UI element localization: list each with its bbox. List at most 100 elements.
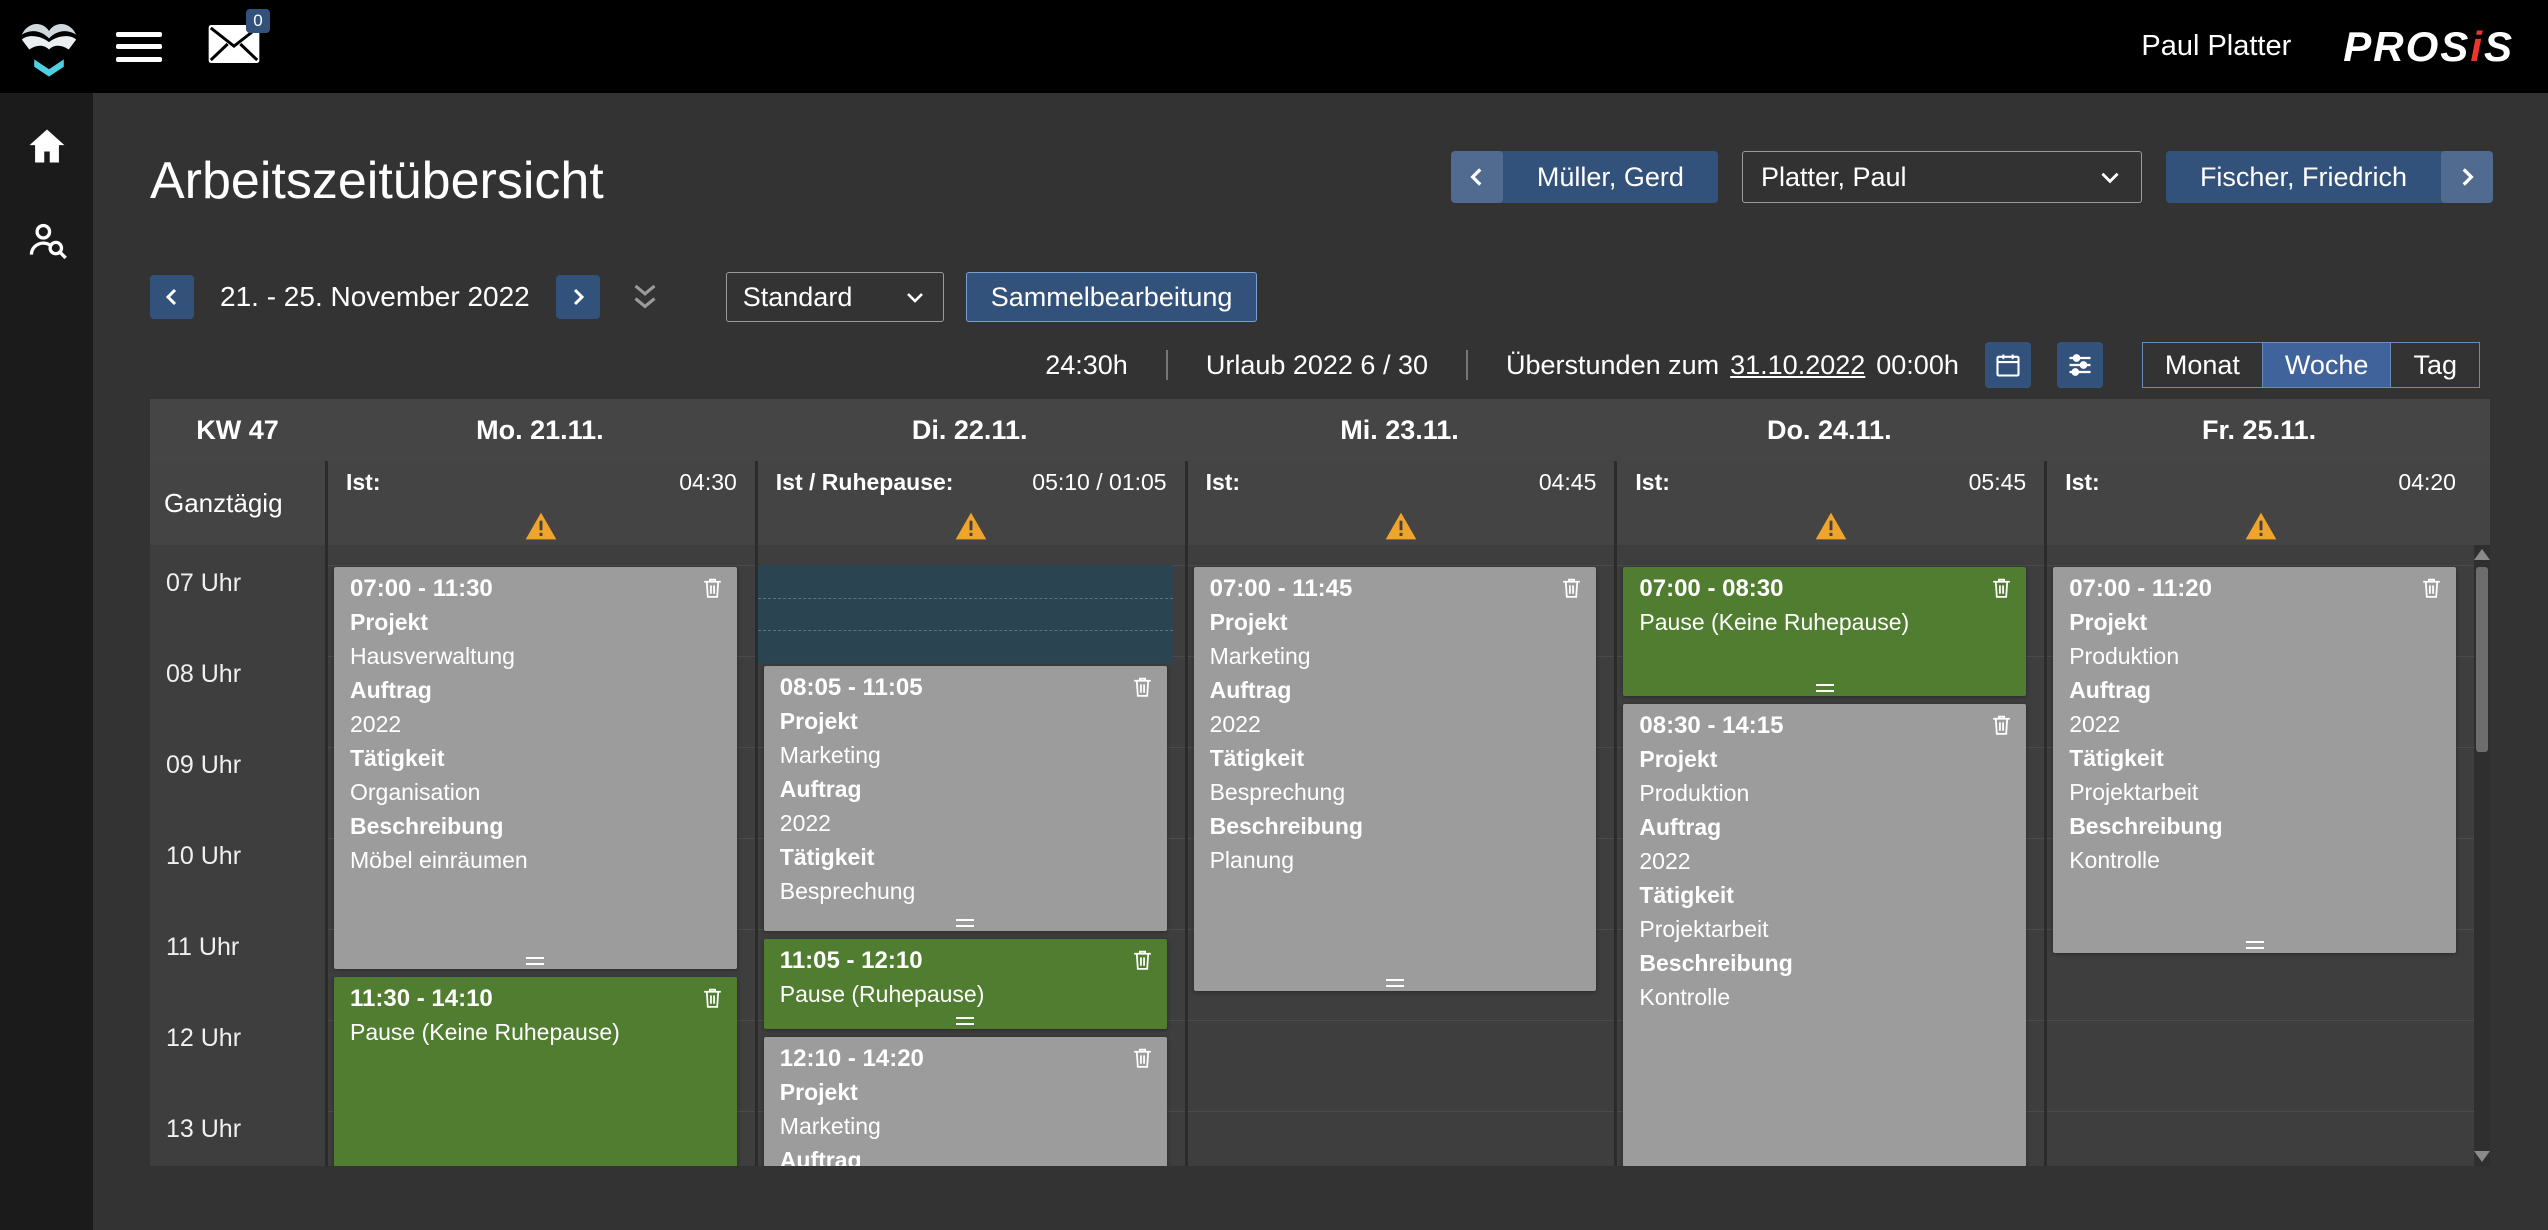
event-card[interactable]: 07:00 - 11:45ProjektMarketingAuftrag2022…: [1194, 567, 1597, 991]
trash-icon: [700, 575, 725, 600]
app-logo-icon[interactable]: [12, 10, 86, 84]
resize-handle[interactable]: [1386, 979, 1404, 987]
week-number: KW 47: [150, 415, 325, 446]
event-line: Kontrolle: [2069, 843, 2444, 877]
event-card[interactable]: 08:05 - 11:05ProjektMarketingAuftrag2022…: [764, 666, 1167, 931]
vertical-scrollbar[interactable]: [2474, 545, 2490, 1166]
trash-icon: [1130, 674, 1155, 699]
brand-logo: PROSiS: [2343, 23, 2514, 71]
selected-time-range[interactable]: [758, 565, 1173, 664]
scroll-thumb[interactable]: [2476, 567, 2488, 752]
event-line: Projekt: [350, 605, 725, 639]
day-column[interactable]: 07:00 - 11:20ProjektProduktionAuftrag202…: [2044, 545, 2474, 1166]
warning-triangle-icon: [1815, 512, 1847, 540]
hour-label: 11 Uhr: [166, 933, 239, 962]
person-search-icon[interactable]: [24, 217, 70, 263]
resize-handle[interactable]: [526, 957, 544, 965]
day-header: Fr. 25.11.: [2044, 415, 2474, 446]
preset-select[interactable]: Standard: [726, 272, 944, 322]
day-column[interactable]: 07:00 - 11:30ProjektHausverwaltungAuftra…: [325, 545, 755, 1166]
allday-cell: Ist:04:30: [325, 461, 755, 545]
day-column[interactable]: 08:05 - 11:05ProjektMarketingAuftrag2022…: [755, 545, 1185, 1166]
menu-icon[interactable]: [116, 32, 162, 62]
hour-line: [1188, 1111, 1615, 1112]
next-week-button[interactable]: [556, 275, 600, 319]
delete-event-button[interactable]: [1126, 945, 1155, 972]
event-card[interactable]: 07:00 - 08:30Pause (Keine Ruhepause): [1623, 567, 2026, 696]
calendar: KW 47 Mo. 21.11.Di. 22.11.Mi. 23.11.Do. …: [150, 399, 2490, 1166]
calendar-button[interactable]: [1985, 342, 2031, 388]
resize-handle[interactable]: [2246, 941, 2264, 949]
event-card[interactable]: 11:30 - 14:10Pause (Keine Ruhepause): [334, 977, 737, 1167]
day-column[interactable]: 07:00 - 08:30Pause (Keine Ruhepause)08:3…: [1614, 545, 2044, 1166]
event-line: Auftrag: [1210, 673, 1585, 707]
filter-button[interactable]: [2057, 342, 2103, 388]
event-card[interactable]: 07:00 - 11:30ProjektHausverwaltungAuftra…: [334, 567, 737, 969]
brand-post: S: [2484, 23, 2514, 70]
prev-person-label: Müller, Gerd: [1503, 162, 1718, 193]
view-tag-button[interactable]: Tag: [2390, 342, 2480, 388]
time-grid: 07 Uhr08 Uhr09 Uhr10 Uhr11 Uhr12 Uhr13 U…: [150, 545, 2490, 1166]
prev-week-button[interactable]: [150, 275, 194, 319]
delete-event-button[interactable]: [1555, 573, 1584, 600]
dash-line: [758, 630, 1173, 631]
resize-handle[interactable]: [1816, 684, 1834, 692]
trash-icon: [1130, 947, 1155, 972]
messages-button[interactable]: 0: [208, 25, 260, 68]
event-line: Auftrag: [1639, 810, 2014, 844]
scroll-down-arrow[interactable]: [2474, 1151, 2490, 1162]
event-line: Pause (Keine Ruhepause): [1639, 605, 2014, 639]
event-card[interactable]: 07:00 - 11:20ProjektProduktionAuftrag202…: [2053, 567, 2456, 953]
event-line: Projektarbeit: [2069, 775, 2444, 809]
delete-event-button[interactable]: [1985, 573, 2014, 600]
event-line: Beschreibung: [350, 809, 725, 843]
event-line: Produktion: [1639, 776, 2014, 810]
chevron-down-icon: [2097, 164, 2123, 190]
delete-event-button[interactable]: [2415, 573, 2444, 600]
warning-triangle-icon: [955, 512, 987, 540]
event-header: 07:00 - 11:20: [2069, 573, 2444, 605]
resize-handle[interactable]: [956, 919, 974, 927]
hour-label: 13 Uhr: [166, 1115, 241, 1144]
warning-triangle-icon: [525, 512, 557, 540]
event-line: Auftrag: [780, 772, 1155, 806]
event-card[interactable]: 12:10 - 14:20ProjektMarketingAuftrag: [764, 1037, 1167, 1166]
next-person-button[interactable]: Fischer, Friedrich: [2166, 151, 2493, 203]
prev-person-button[interactable]: Müller, Gerd: [1451, 151, 1718, 203]
event-line: Marketing: [780, 738, 1155, 772]
sliders-icon: [2066, 351, 2094, 379]
warning-triangle-icon: [1385, 512, 1417, 540]
ist-label: Ist:: [346, 469, 381, 496]
trash-icon: [1559, 575, 1584, 600]
double-chevron-down-icon[interactable]: [626, 278, 664, 316]
hour-label: 08 Uhr: [166, 660, 241, 689]
day-columns: 07:00 - 11:30ProjektHausverwaltungAuftra…: [325, 545, 2474, 1166]
ist-row: Ist:04:45: [1206, 469, 1597, 496]
sidebar: [0, 93, 93, 1230]
current-person-select[interactable]: Platter, Paul: [1742, 151, 2142, 203]
event-card[interactable]: 08:30 - 14:15ProjektProduktionAuftrag202…: [1623, 704, 2026, 1167]
delete-event-button[interactable]: [1126, 1043, 1155, 1070]
delete-event-button[interactable]: [696, 983, 725, 1010]
calendar-header-row: KW 47 Mo. 21.11.Di. 22.11.Mi. 23.11.Do. …: [150, 399, 2490, 461]
event-card[interactable]: 11:05 - 12:10Pause (Ruhepause): [764, 939, 1167, 1030]
overtime-date-link[interactable]: 31.10.2022: [1730, 350, 1865, 381]
resize-handle[interactable]: [956, 1017, 974, 1025]
ist-value: 05:10 / 01:05: [1032, 469, 1166, 496]
brand-pre: PROS: [2343, 23, 2470, 70]
view-monat-button[interactable]: Monat: [2142, 342, 2263, 388]
bulk-edit-button[interactable]: Sammelbearbeitung: [966, 272, 1258, 322]
event-line: Projekt: [780, 704, 1155, 738]
divider: [1466, 350, 1468, 380]
day-column[interactable]: 07:00 - 11:45ProjektMarketingAuftrag2022…: [1185, 545, 1615, 1166]
home-icon[interactable]: [24, 123, 70, 169]
view-woche-button[interactable]: Woche: [2262, 342, 2392, 388]
event-line: Auftrag: [780, 1143, 1155, 1166]
scroll-up-arrow[interactable]: [2474, 549, 2490, 560]
event-time: 12:10 - 14:20: [780, 1043, 924, 1075]
event-line: Projekt: [1639, 742, 2014, 776]
delete-event-button[interactable]: [1126, 672, 1155, 699]
delete-event-button[interactable]: [1985, 710, 2014, 737]
event-header: 08:30 - 14:15: [1639, 710, 2014, 742]
delete-event-button[interactable]: [696, 573, 725, 600]
